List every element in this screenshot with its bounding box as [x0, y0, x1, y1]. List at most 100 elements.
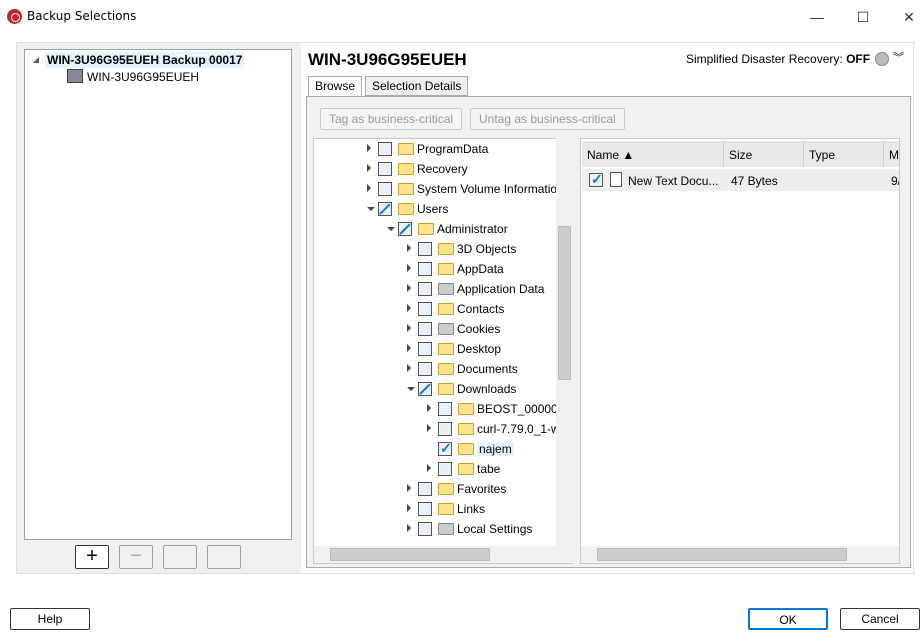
untag-business-critical-button[interactable]: Untag as business-critical	[470, 108, 625, 130]
folder-row[interactable]: Links	[314, 499, 554, 519]
minimize-button[interactable]: —	[794, 4, 840, 30]
folder-row[interactable]: Contacts	[314, 299, 554, 319]
folder-checkbox[interactable]	[418, 322, 432, 336]
sdr-toggle-icon[interactable]	[875, 52, 889, 66]
folder-row[interactable]: Recovery	[314, 159, 554, 179]
folder-row[interactable]: Local Settings	[314, 519, 554, 539]
folder-row[interactable]: Users	[314, 199, 554, 219]
folder-checkbox[interactable]	[418, 362, 432, 376]
collapsed-arrow-icon[interactable]	[407, 364, 411, 372]
tag-business-critical-button[interactable]: Tag as business-critical	[320, 108, 463, 130]
folder-label: Cookies	[457, 322, 501, 336]
column-modified[interactable]: Mo	[884, 141, 899, 167]
folder-checkbox[interactable]	[438, 422, 452, 436]
close-button[interactable]: ✕	[886, 4, 923, 30]
collapsed-arrow-icon[interactable]	[367, 144, 371, 152]
collapsed-arrow-icon[interactable]	[407, 244, 411, 252]
collapsed-arrow-icon[interactable]	[407, 304, 411, 312]
ok-button[interactable]: OK	[748, 608, 828, 630]
folder-tree-vertical-scrollbar[interactable]	[556, 138, 573, 546]
folder-checkbox[interactable]	[398, 222, 412, 236]
folder-row[interactable]: Downloads	[314, 379, 554, 399]
folder-checkbox[interactable]	[378, 182, 392, 196]
folder-checkbox[interactable]	[378, 142, 392, 156]
collapsed-arrow-icon[interactable]	[427, 464, 431, 472]
folder-row[interactable]: tabe	[314, 459, 554, 479]
column-name[interactable]: Name ▲	[582, 141, 724, 167]
collapsed-arrow-icon[interactable]	[407, 264, 411, 272]
tab-browse[interactable]: Browse	[308, 76, 363, 96]
folder-checkbox[interactable]	[418, 522, 432, 536]
host-title: WIN-3U96G95EUEH	[308, 50, 467, 69]
maximize-button[interactable]: ☐	[840, 4, 886, 30]
collapsed-arrow-icon[interactable]	[407, 324, 411, 332]
folder-row[interactable]: Administrator	[314, 219, 554, 239]
collapsed-arrow-icon[interactable]	[367, 164, 371, 172]
collapsed-arrow-icon[interactable]	[407, 504, 411, 512]
collapsed-arrow-icon[interactable]	[407, 284, 411, 292]
folder-checkbox[interactable]	[438, 440, 452, 457]
folder-checkbox[interactable]	[418, 302, 432, 316]
folder-row[interactable]: Application Data	[314, 279, 554, 299]
folder-checkbox[interactable]	[418, 502, 432, 516]
folder-row[interactable]: 3D Objects	[314, 239, 554, 259]
help-button[interactable]: Help	[10, 608, 90, 630]
folder-label: Links	[457, 502, 486, 516]
column-type[interactable]: Type	[804, 141, 884, 167]
selection-tree[interactable]: WIN-3U96G95EUEH Backup 00017 WIN-3U96G95…	[24, 49, 292, 540]
folder-row[interactable]: Cookies	[314, 319, 554, 339]
folder-checkbox[interactable]	[418, 282, 432, 296]
folder-tree-horizontal-scrollbar[interactable]	[314, 546, 573, 563]
collapsed-arrow-icon[interactable]	[407, 524, 411, 532]
cancel-button[interactable]: Cancel	[840, 608, 920, 630]
tab-selection-details[interactable]: Selection Details	[365, 76, 469, 96]
remove-button[interactable]: −	[119, 545, 153, 569]
tree-root-item[interactable]: WIN-3U96G95EUEH Backup 00017	[45, 52, 245, 68]
file-list[interactable]: Name ▲ Size Type Mo New Text Docu... 47 …	[580, 138, 900, 564]
expanded-arrow-icon[interactable]	[367, 207, 375, 211]
folder-checkbox[interactable]	[418, 482, 432, 496]
file-size: 47 Bytes	[731, 174, 778, 188]
collapse-arrow-icon[interactable]	[33, 57, 39, 63]
expanded-arrow-icon[interactable]	[387, 227, 395, 231]
scroll-thumb[interactable]	[558, 226, 571, 380]
folder-tree[interactable]: ProgramData Recovery System Volume Informa…	[313, 138, 573, 564]
indent-button[interactable]	[207, 545, 241, 569]
folder-checkbox[interactable]	[378, 202, 392, 216]
folder-checkbox[interactable]	[418, 382, 432, 396]
collapsed-arrow-icon[interactable]	[367, 184, 371, 192]
folder-checkbox[interactable]	[438, 462, 452, 476]
folder-row[interactable]: curl-7.79.0_1-w	[314, 419, 560, 439]
expanded-arrow-icon[interactable]	[407, 387, 415, 391]
tree-server-item[interactable]: WIN-3U96G95EUEH	[87, 70, 199, 84]
folder-label: Application Data	[457, 282, 545, 296]
folder-row[interactable]: ProgramData	[314, 139, 554, 159]
folder-checkbox[interactable]	[418, 342, 432, 356]
column-size[interactable]: Size	[724, 141, 804, 167]
collapsed-arrow-icon[interactable]	[427, 424, 431, 432]
collapsed-arrow-icon[interactable]	[407, 484, 411, 492]
folder-row[interactable]: System Volume Informatio	[314, 179, 557, 199]
scroll-thumb[interactable]	[330, 548, 490, 561]
collapsed-arrow-icon[interactable]	[407, 344, 411, 352]
folder-checkbox[interactable]	[438, 402, 452, 416]
folder-row[interactable]: Favorites	[314, 479, 554, 499]
folder-row[interactable]: Desktop	[314, 339, 554, 359]
collapsed-arrow-icon[interactable]	[427, 404, 431, 412]
add-button[interactable]: +	[75, 545, 109, 569]
folder-checkbox[interactable]	[418, 242, 432, 256]
scroll-thumb[interactable]	[597, 548, 847, 561]
outdent-button[interactable]	[163, 545, 197, 569]
folder-row[interactable]: AppData	[314, 259, 554, 279]
folder-row[interactable]: najem	[314, 439, 554, 459]
expand-chevron-icon[interactable]: ︾	[893, 49, 904, 65]
folder-checkbox[interactable]	[378, 162, 392, 176]
folder-row[interactable]: Documents	[314, 359, 554, 379]
folder-icon	[438, 283, 454, 295]
file-row[interactable]: New Text Docu... 47 Bytes 9/	[582, 169, 899, 191]
file-checkbox[interactable]	[589, 171, 603, 188]
folder-checkbox[interactable]	[418, 262, 432, 276]
folder-icon	[458, 423, 474, 435]
file-list-horizontal-scrollbar[interactable]	[581, 546, 899, 563]
folder-row[interactable]: BEOST_00000	[314, 399, 558, 419]
